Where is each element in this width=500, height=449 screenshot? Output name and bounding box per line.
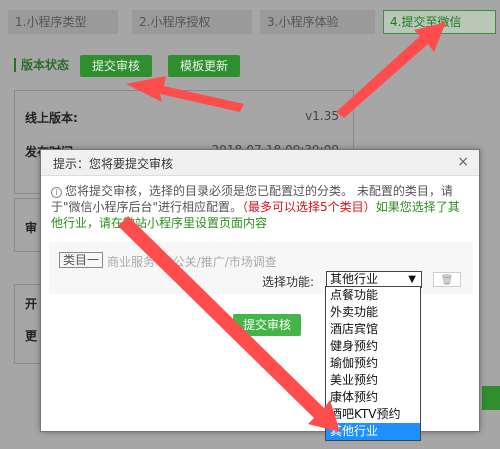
step-tab-experience[interactable]: 3.小程序体验 xyxy=(260,10,375,34)
dropdown-option[interactable]: 酒店宾馆 xyxy=(326,321,420,338)
category-tag: 类目一 xyxy=(59,252,104,268)
dropdown-option[interactable]: 外卖功能 xyxy=(326,304,420,321)
version-status-title: 版本状态 xyxy=(14,58,69,72)
step-tab-authorize[interactable]: 2.小程序授权 xyxy=(132,10,252,34)
dropdown-option[interactable]: 点餐功能 xyxy=(326,287,420,304)
dialog-notice: i 您将提交审核，选择的目录必须是您已配置过的分类。 未配置的类目，请于"微信小程… xyxy=(51,183,471,231)
online-version-label: 线上版本: xyxy=(25,111,78,125)
function-label: 选择功能: xyxy=(262,275,315,289)
delete-category-button[interactable]: 🗑 xyxy=(433,272,461,287)
dropdown-option[interactable]: 康体预约 xyxy=(326,389,420,406)
open-label: 开 xyxy=(25,297,38,311)
function-select-value: 其他行业 xyxy=(330,272,379,286)
background-green-button-edge xyxy=(482,386,500,410)
dropdown-option[interactable]: 健身预约 xyxy=(326,338,420,355)
audit-label: 审 xyxy=(25,221,38,235)
category-path: 商业服务 > 公关/推广/市场调查 xyxy=(107,255,277,269)
dialog-title: 提示：您将要提交审核 xyxy=(53,157,174,171)
dropdown-option-selected[interactable]: 其他行业 xyxy=(326,423,420,440)
chevron-down-icon: ▼ xyxy=(408,274,416,285)
online-version-value: v1.35 xyxy=(305,109,339,123)
submit-audit-button[interactable]: 提交审核 xyxy=(80,55,153,77)
dropdown-option[interactable]: 瑜伽预约 xyxy=(326,355,420,372)
info-icon: i xyxy=(51,187,62,198)
dropdown-option[interactable]: 美业预约 xyxy=(326,372,420,389)
dialog-submit-audit-button[interactable]: 提交审核 xyxy=(233,314,301,336)
trash-icon: 🗑 xyxy=(440,275,454,286)
update-label: 更 xyxy=(25,329,38,343)
step-tabs: 1.小程序类型 2.小程序授权 3.小程序体验 4.提交至微信 xyxy=(8,10,498,36)
dialog-header: 提示：您将要提交审核 × xyxy=(41,150,479,176)
template-update-button[interactable]: 模板更新 xyxy=(168,55,241,77)
function-dropdown-list: 点餐功能 外卖功能 酒店宾馆 健身预约 瑜伽预约 美业预约 康体预约 酒吧KTV… xyxy=(325,286,421,441)
close-icon[interactable]: × xyxy=(457,154,469,170)
step-tab-submit-wechat[interactable]: 4.提交至微信 xyxy=(383,10,496,34)
dropdown-option[interactable]: 酒吧KTV预约 xyxy=(326,406,420,423)
step-tab-type[interactable]: 1.小程序类型 xyxy=(8,10,118,34)
notice-limit-text: （最多可以选择5个类目） xyxy=(242,200,376,214)
